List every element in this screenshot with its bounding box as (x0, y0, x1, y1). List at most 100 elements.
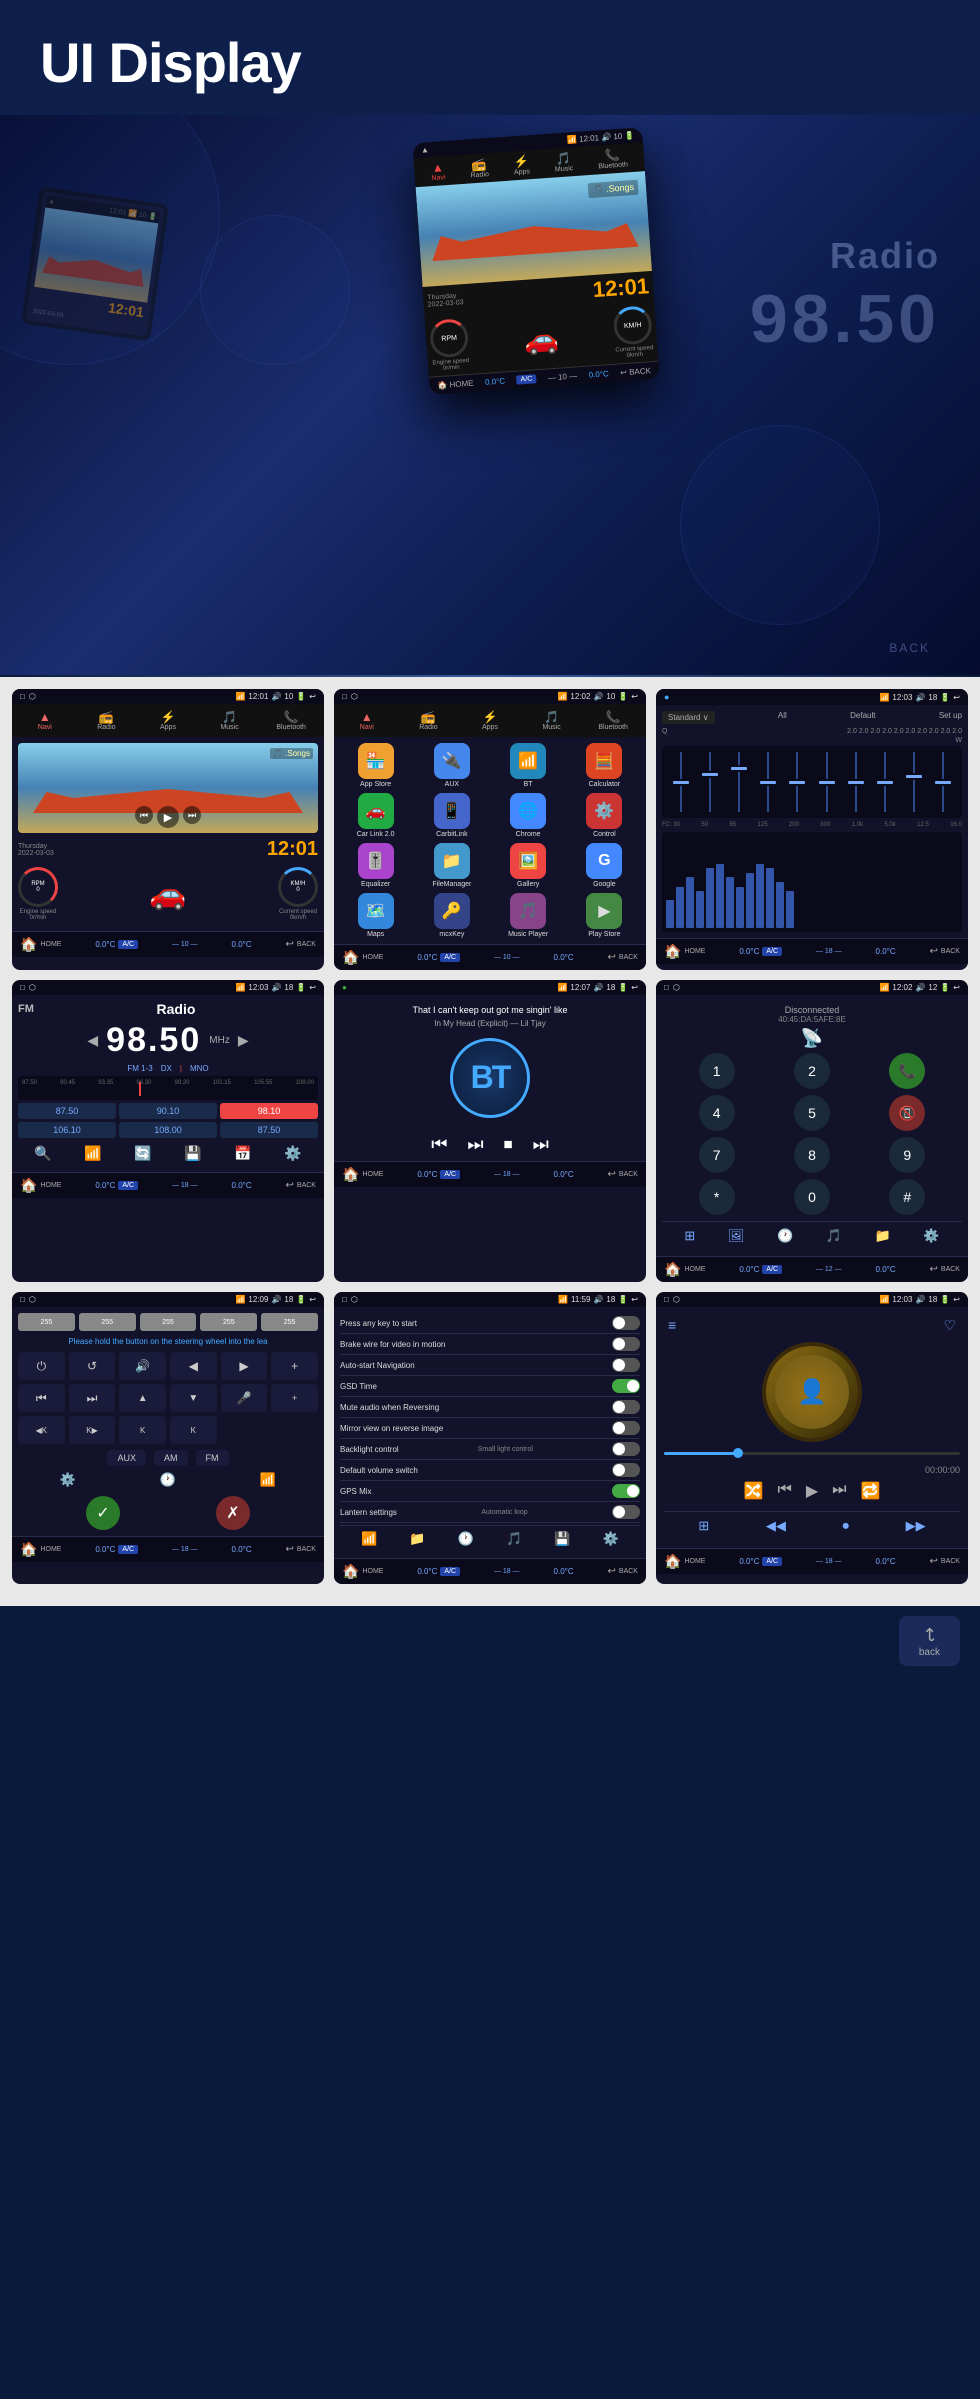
dial-8[interactable]: 8 (794, 1137, 830, 1173)
toggle-press-any-key[interactable] (612, 1316, 640, 1330)
nav-navi[interactable]: ▲Navi (16, 708, 74, 733)
steer-btn-skip-back[interactable]: ⏮ (18, 1384, 65, 1412)
radio-next-btn[interactable]: ▶ (238, 1032, 249, 1049)
steer-btn-k4[interactable]: K (170, 1416, 217, 1444)
music-top-icons[interactable]: ≡ ♡ (664, 1315, 960, 1336)
preset-5[interactable]: 108.00 (119, 1122, 217, 1138)
bt-next-prev-btn[interactable]: ⏭ (467, 1134, 483, 1155)
steer-btn-prev[interactable]: ◀ (170, 1352, 217, 1380)
music-shuffle-icon[interactable]: 🔀 (744, 1481, 764, 1501)
steer-btn-mic[interactable]: 🎤 (221, 1384, 268, 1412)
toggle-mute-audio[interactable] (612, 1400, 640, 1414)
app-carlink[interactable]: 🚗Car Link 2.0 (340, 793, 411, 838)
steer-btn-down[interactable]: ▼ (170, 1384, 217, 1412)
steer-bt-icon[interactable]: 📶 (260, 1472, 276, 1488)
music-icon-2[interactable]: ◀◀ (766, 1518, 786, 1534)
media-controls[interactable]: ⏮ ▶ ⏭ (135, 806, 201, 828)
eq-sliders[interactable] (662, 746, 962, 818)
eq-preset-dropdown[interactable]: Standard ∨ (662, 711, 715, 724)
app-gallery[interactable]: 🖼️Gallery (493, 843, 564, 888)
phone-bottom-icons[interactable]: ⊞ 🖼 🕐 🎵 📁 ⚙️ (662, 1221, 962, 1250)
phone-time-icon[interactable]: 🕐 (777, 1228, 793, 1244)
dial-hash[interactable]: # (889, 1179, 925, 1215)
app-aux[interactable]: 🔌AUX (416, 743, 487, 788)
app-filemanager[interactable]: 📁FileManager (416, 843, 487, 888)
toggle-mirror-view[interactable] (612, 1421, 640, 1435)
back-button-footer[interactable]: ↩ back (899, 1616, 960, 1666)
radio-save-icon[interactable]: 💾 (184, 1145, 201, 1162)
dial-hangup-btn[interactable]: 📵 (889, 1095, 925, 1131)
settings-clock-icon[interactable]: 🕐 (458, 1531, 474, 1547)
music-play-icon[interactable]: ▶ (806, 1481, 818, 1501)
steer-btn-next[interactable]: ▶ (221, 1352, 268, 1380)
music-icon-1[interactable]: ⊞ (698, 1518, 709, 1534)
bt-prev-btn[interactable]: ⏮ (431, 1134, 447, 1155)
nav-music[interactable]: 🎵Music (201, 708, 259, 733)
settings-gear-icon[interactable]: ⚙️ (603, 1531, 619, 1547)
dial-4[interactable]: 4 (699, 1095, 735, 1131)
steering-cancel-btn[interactable]: ✗ (216, 1496, 250, 1530)
app-chrome[interactable]: 🌐Chrome (493, 793, 564, 838)
toggle-gps-mix[interactable] (612, 1484, 640, 1498)
steer-btn-k3[interactable]: K (119, 1416, 166, 1444)
steering-settings-row[interactable]: ⚙️ 🕐 📶 (18, 1472, 318, 1488)
preset-2[interactable]: 90.10 (119, 1103, 217, 1119)
dial-1[interactable]: 1 (699, 1053, 735, 1089)
dial-9[interactable]: 9 (889, 1137, 925, 1173)
radio-calendar-icon[interactable]: 📅 (234, 1145, 251, 1162)
toggle-auto-nav[interactable] (612, 1358, 640, 1372)
steer-btn-skip-fwd[interactable]: ⏭ (69, 1384, 116, 1412)
steer-btn-power[interactable]: ⏻ (18, 1352, 65, 1380)
steer-btn-extra[interactable]: + (271, 1352, 318, 1380)
nav-apps[interactable]: ⚡Apps (139, 708, 197, 733)
steer-settings-2[interactable]: 🕐 (160, 1472, 176, 1488)
toggle-lantern[interactable] (612, 1505, 640, 1519)
music-bottom-icons[interactable]: ⊞ ◀◀ ⏺ ▶▶ (664, 1511, 960, 1540)
dial-5[interactable]: 5 (794, 1095, 830, 1131)
settings-music2-icon[interactable]: 🎵 (506, 1531, 522, 1547)
phone-img-icon[interactable]: 🖼 (728, 1228, 745, 1244)
steer-btn-vol[interactable]: 🔊 (119, 1352, 166, 1380)
steer-settings-1[interactable]: ⚙️ (60, 1472, 76, 1488)
settings-file-icon[interactable]: 📁 (409, 1531, 425, 1547)
bt-next-btn[interactable]: ⏭ (533, 1134, 549, 1155)
music-skip-back-icon[interactable]: ⏮ (777, 1481, 791, 1501)
eq-top-controls[interactable]: Standard ∨ All Default Set up (662, 711, 962, 724)
steer-btn-reset[interactable]: ↺ (69, 1352, 116, 1380)
toggle-brake-wire[interactable] (612, 1337, 640, 1351)
music-menu-icon[interactable]: ≡ (668, 1317, 676, 1334)
radio-search-icon[interactable]: 🔍 (34, 1145, 51, 1162)
app-equalizer[interactable]: 🎚️Equalizer (340, 843, 411, 888)
music-controls[interactable]: 🔀 ⏮ ▶ ⏭ 🔁 (664, 1481, 960, 1501)
settings-bottom-icons[interactable]: 📶 📁 🕐 🎵 💾 ⚙️ (340, 1525, 640, 1552)
steering-confirm-btn[interactable]: ✓ (86, 1496, 120, 1530)
settings-save-icon[interactable]: 💾 (554, 1531, 570, 1547)
apps-nav-bt[interactable]: 📞Bluetooth (584, 708, 642, 733)
app-mcxkey[interactable]: 🔑mcxKey (416, 893, 487, 938)
settings-wifi-icon[interactable]: 📶 (361, 1531, 377, 1547)
preset-1[interactable]: 87.50 (18, 1103, 116, 1119)
music-icon-4[interactable]: ▶▶ (906, 1518, 926, 1534)
apps-nav-music[interactable]: 🎵Music (523, 708, 581, 733)
preset-6[interactable]: 87.50 (220, 1122, 318, 1138)
dial-star[interactable]: * (699, 1179, 735, 1215)
music-heart-icon[interactable]: ♡ (943, 1317, 956, 1334)
bt-stop-btn[interactable]: ⏹ (504, 1134, 513, 1155)
music-skip-fwd-icon[interactable]: ⏭ (832, 1481, 846, 1501)
steer-btn-extra2[interactable]: + (271, 1384, 318, 1412)
app-google[interactable]: GGoogle (569, 843, 640, 888)
radio-settings-icon[interactable]: ⚙️ (284, 1145, 301, 1162)
apps-nav-radio[interactable]: 📻Radio (400, 708, 458, 733)
bt-controls[interactable]: ⏮ ⏭ ⏹ ⏭ (340, 1134, 640, 1155)
dial-7[interactable]: 7 (699, 1137, 735, 1173)
nav-bluetooth[interactable]: 📞Bluetooth (262, 708, 320, 733)
dial-0[interactable]: 0 (794, 1179, 830, 1215)
steer-aux-btn[interactable]: AUX (107, 1450, 146, 1466)
music-progress-handle[interactable] (733, 1448, 743, 1458)
toggle-backlight[interactable] (612, 1442, 640, 1456)
music-repeat-icon[interactable]: 🔁 (861, 1481, 881, 1501)
music-icon-3[interactable]: ⏺ (843, 1518, 850, 1534)
app-playstore[interactable]: ▶Play Store (569, 893, 640, 938)
steer-am-btn[interactable]: AM (154, 1450, 188, 1466)
toggle-gsd-time[interactable] (612, 1379, 640, 1393)
